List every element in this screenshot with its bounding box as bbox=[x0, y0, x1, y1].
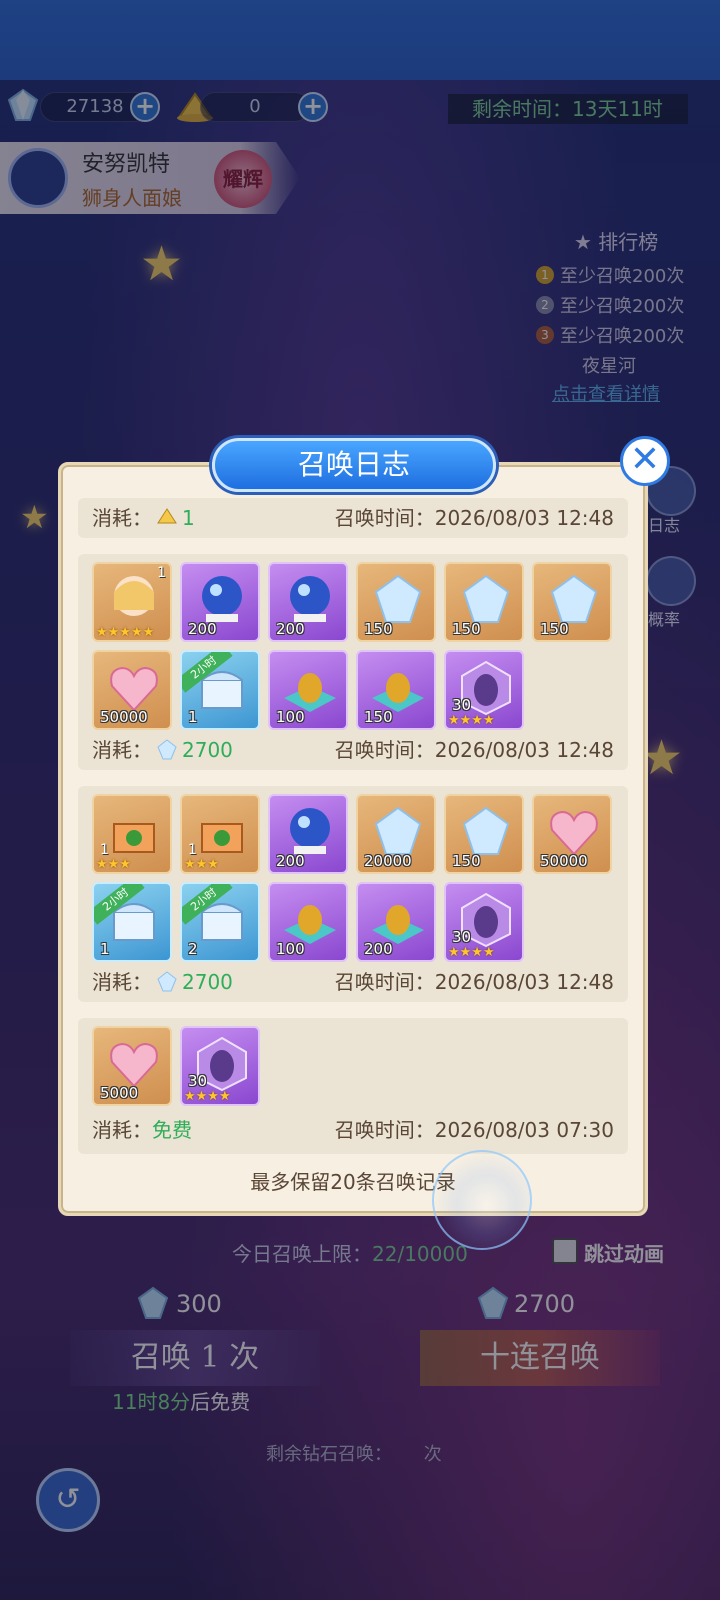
item-qty: 1 bbox=[157, 565, 166, 581]
reward-item[interactable]: 30 ★★★★ bbox=[180, 1026, 260, 1106]
cost-label: 消耗： bbox=[92, 970, 152, 994]
mystery-box-icon bbox=[113, 823, 155, 853]
reward-item[interactable]: 1 ★★★★★ bbox=[92, 562, 172, 642]
time-label: 召唤时间： bbox=[334, 506, 435, 530]
summon-log-list[interactable]: 消耗： 1 召唤时间：2026/08/03 12:48 1 ★★★★★ 200 2… bbox=[76, 498, 630, 1160]
time-label: 召唤时间： bbox=[334, 738, 435, 762]
log-entry-meta: 消耗：免费 召唤时间：2026/08/03 07:30 bbox=[92, 1112, 614, 1148]
item-qty: 200 bbox=[364, 940, 393, 958]
item-qty: 150 bbox=[364, 708, 393, 726]
summon-time: 召唤时间：2026/08/03 07:30 bbox=[335, 1112, 614, 1148]
reward-item[interactable]: 200 bbox=[268, 562, 348, 642]
reward-item[interactable]: 150 bbox=[532, 562, 612, 642]
item-qty: 50000 bbox=[540, 852, 588, 870]
cost: 消耗： 1 bbox=[92, 500, 195, 536]
bell-icon bbox=[157, 508, 177, 524]
reward-item[interactable]: 200 bbox=[180, 562, 260, 642]
touch-ripple-icon bbox=[432, 1150, 532, 1250]
item-qty: 2 bbox=[188, 940, 198, 958]
cost-value: 2700 bbox=[182, 738, 233, 762]
log-entry-meta: 消耗： 1 召唤时间：2026/08/03 12:48 bbox=[92, 500, 614, 536]
reward-item[interactable]: 150 bbox=[356, 562, 436, 642]
item-qty: 200 bbox=[276, 852, 305, 870]
item-stars: ★★★★★ bbox=[96, 625, 155, 640]
time-value: 2026/08/03 12:48 bbox=[434, 738, 614, 762]
item-qty: 150 bbox=[364, 620, 393, 638]
log-entry-meta: 消耗： 2700 召唤时间：2026/08/03 12:48 bbox=[92, 964, 614, 1000]
reward-item[interactable]: 150 bbox=[444, 562, 524, 642]
item-stars: ★★★★ bbox=[448, 713, 495, 728]
item-qty: 30 bbox=[188, 1072, 208, 1090]
time-label: 召唤时间： bbox=[334, 1118, 435, 1142]
reward-item[interactable]: 100 bbox=[268, 650, 348, 730]
cost-value: 1 bbox=[182, 506, 195, 530]
reward-item[interactable]: 100 bbox=[268, 882, 348, 962]
cost-label: 消耗： bbox=[92, 1118, 152, 1142]
item-qty: 1 bbox=[188, 708, 198, 726]
reward-item[interactable]: 150 bbox=[444, 794, 524, 874]
reward-item[interactable]: 1 ★★★ bbox=[180, 794, 260, 874]
summon-time: 召唤时间：2026/08/03 12:48 bbox=[335, 732, 614, 768]
cost: 消耗： 2700 bbox=[92, 732, 233, 768]
item-qty: 1 bbox=[188, 842, 197, 858]
reward-item[interactable]: 5000 bbox=[92, 1026, 172, 1106]
summon-time: 召唤时间：2026/08/03 12:48 bbox=[335, 500, 614, 536]
cost-value: 2700 bbox=[182, 970, 233, 994]
item-qty: 200 bbox=[276, 620, 305, 638]
item-qty: 1 bbox=[100, 842, 109, 858]
log-entry: 消耗： 1 召唤时间：2026/08/03 12:48 bbox=[78, 498, 628, 538]
time-value: 2026/08/03 12:48 bbox=[434, 506, 614, 530]
item-qty: 150 bbox=[540, 620, 569, 638]
item-qty: 100 bbox=[276, 940, 305, 958]
reward-item[interactable]: 2小时 1 bbox=[180, 650, 260, 730]
diamond-icon bbox=[157, 971, 177, 992]
cost: 消耗： 2700 bbox=[92, 964, 233, 1000]
character-portrait-icon bbox=[114, 576, 154, 616]
item-qty: 1 bbox=[100, 940, 110, 958]
summon-time: 召唤时间：2026/08/03 12:48 bbox=[335, 964, 614, 1000]
item-qty: 30 bbox=[452, 928, 472, 946]
item-qty: 50000 bbox=[100, 708, 148, 726]
time-value: 2026/08/03 07:30 bbox=[434, 1118, 614, 1142]
max-records-note: 最多保留20条召唤记录 bbox=[250, 1170, 456, 1194]
cost-label: 消耗： bbox=[92, 738, 152, 762]
cost: 消耗：免费 bbox=[92, 1112, 192, 1148]
item-stars: ★★★★ bbox=[448, 945, 495, 960]
item-stars: ★★★★ bbox=[184, 1089, 231, 1104]
cost-value: 免费 bbox=[152, 1118, 192, 1142]
reward-item[interactable]: 200 bbox=[268, 794, 348, 874]
reward-item[interactable]: 30 ★★★★ bbox=[444, 882, 524, 962]
item-qty: 20000 bbox=[364, 852, 412, 870]
reward-item[interactable]: 2小时 1 bbox=[92, 882, 172, 962]
log-entry-meta: 消耗： 2700 召唤时间：2026/08/03 12:48 bbox=[92, 732, 614, 768]
item-stars: ★★★ bbox=[184, 857, 219, 872]
item-qty: 30 bbox=[452, 696, 472, 714]
reward-item[interactable]: 1 ★★★ bbox=[92, 794, 172, 874]
item-qty: 100 bbox=[276, 708, 305, 726]
item-qty: 150 bbox=[452, 852, 481, 870]
item-qty: 150 bbox=[452, 620, 481, 638]
reward-item[interactable]: 20000 bbox=[356, 794, 436, 874]
mystery-box-icon bbox=[201, 823, 243, 853]
modal-title: 召唤日志 bbox=[212, 438, 496, 492]
item-qty: 5000 bbox=[100, 1084, 139, 1102]
log-entry: 1 ★★★★★ 200 200 150 150 150 50000 2小时 1 … bbox=[78, 554, 628, 770]
item-stars: ★★★ bbox=[96, 857, 131, 872]
reward-item[interactable]: 200 bbox=[356, 882, 436, 962]
cost-label: 消耗： bbox=[92, 506, 152, 530]
reward-item[interactable]: 50000 bbox=[92, 650, 172, 730]
log-entry: 5000 30 ★★★★ 消耗：免费 召唤时间：2026/08/03 07:30 bbox=[78, 1018, 628, 1154]
reward-item[interactable]: 2小时 2 bbox=[180, 882, 260, 962]
reward-item[interactable]: 50000 bbox=[532, 794, 612, 874]
time-label: 召唤时间： bbox=[334, 970, 435, 994]
log-entry: 1 ★★★ 1 ★★★ 200 20000 150 50000 2小时 1 2小… bbox=[78, 786, 628, 1002]
reward-item[interactable]: 30 ★★★★ bbox=[444, 650, 524, 730]
time-value: 2026/08/03 12:48 bbox=[434, 970, 614, 994]
reward-item[interactable]: 150 bbox=[356, 650, 436, 730]
diamond-icon bbox=[157, 739, 177, 760]
close-icon[interactable]: ✕ bbox=[620, 436, 670, 486]
item-qty: 200 bbox=[188, 620, 217, 638]
